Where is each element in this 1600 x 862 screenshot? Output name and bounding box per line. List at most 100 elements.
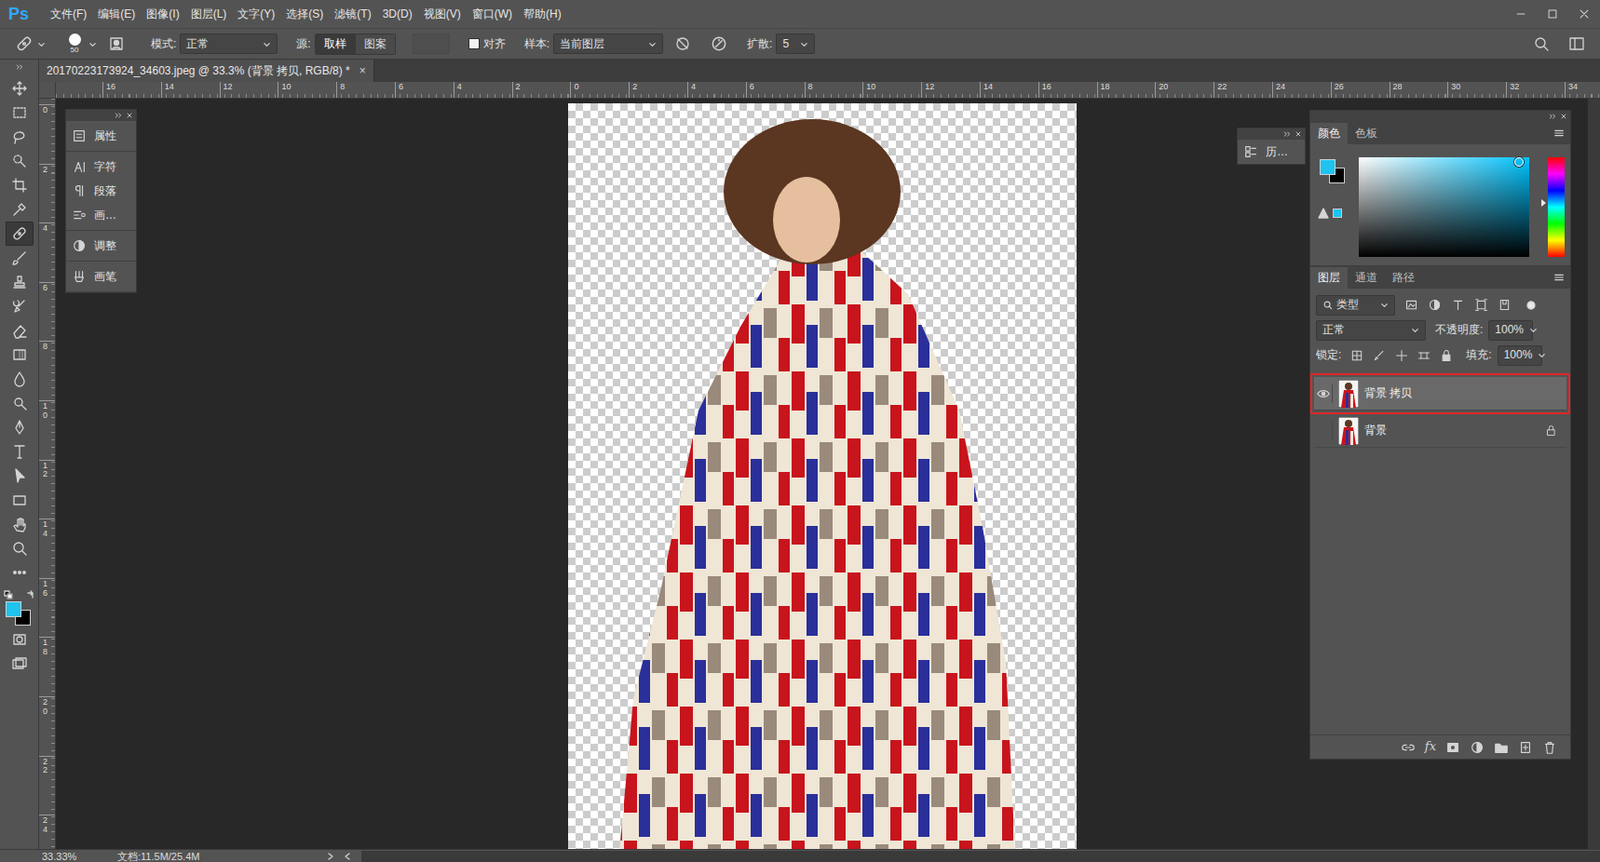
foreground-color-swatch[interactable] [5,601,22,618]
dropdown-caret-icon[interactable] [1380,300,1389,310]
scroll-left-icon[interactable] [342,852,353,862]
menu-item[interactable]: 3D(D) [377,5,419,24]
more-tools-icon[interactable] [5,560,34,585]
expand-panels-icon[interactable] [114,111,123,120]
pen-icon[interactable] [5,415,34,440]
menu-item[interactable]: 滤镜(T) [328,5,377,24]
pixel-filter-icon[interactable] [1404,298,1419,312]
dropdown-caret-icon[interactable] [648,40,657,49]
expand-panels-icon[interactable] [1283,130,1291,138]
panel-menu-icon[interactable] [1553,271,1565,284]
marquee-icon[interactable] [5,100,34,125]
healing-brush-icon[interactable] [5,221,34,246]
color-field-marker[interactable] [1514,157,1524,167]
aligned-box[interactable] [468,38,480,50]
healing-brush-tool-icon[interactable] [14,34,34,54]
lock-artboard-icon[interactable] [1417,349,1431,363]
maximize-icon[interactable] [1536,7,1569,21]
dropdown-caret-icon[interactable] [262,40,272,49]
sample-select[interactable]: 当前图层 [553,33,664,55]
tool-preset-caret-icon[interactable] [37,40,46,49]
mode-select[interactable]: 正常 [179,33,278,55]
dropdown-caret-icon[interactable] [1537,351,1546,360]
dropdown-caret-icon[interactable] [1529,325,1538,335]
layer-row[interactable]: 背景 拷贝 [1314,377,1567,411]
lock-position-icon[interactable] [1395,349,1409,363]
visibility-toggle[interactable] [1314,384,1333,404]
link-layers-icon[interactable] [1400,740,1416,756]
clone-source-icon[interactable] [108,35,125,53]
dodge-icon[interactable] [5,391,34,416]
panel-tab[interactable]: 图层 [1310,267,1348,289]
smart-object-filter-icon[interactable] [1497,298,1512,312]
eraser-icon[interactable] [5,318,34,343]
crop-icon[interactable] [5,173,34,198]
web-safe-color-swatch[interactable] [1332,208,1343,218]
toolbar-collapse-icon[interactable] [15,61,24,73]
blend-mode-select[interactable]: 正常 [1315,320,1426,341]
menu-item[interactable]: 图层(L) [185,5,233,24]
shape-filter-icon[interactable] [1474,298,1489,312]
panel-button[interactable]: 调整 [66,233,136,258]
menu-item[interactable]: 文件(F) [44,5,93,24]
visibility-toggle[interactable] [1314,421,1333,441]
hue-slider-marker[interactable] [1541,199,1546,207]
panel-button[interactable]: 画… [66,203,136,228]
menu-item[interactable]: 选择(S) [280,5,329,24]
quick-mask-icon[interactable] [5,627,34,652]
close-panel-icon[interactable] [1559,112,1568,121]
hue-slider[interactable] [1547,157,1565,258]
opacity-field[interactable]: 100% [1488,320,1533,341]
menu-item[interactable]: 帮助(H) [517,5,568,24]
panel-menu-icon[interactable] [1553,127,1565,139]
aligned-checkbox[interactable]: 对齐 [468,37,506,52]
eyedropper-icon[interactable] [5,197,34,222]
default-colors-icon[interactable] [3,590,14,600]
dropdown-caret-icon[interactable] [1410,325,1420,335]
source-button[interactable]: 取样 [315,34,355,55]
layer-name[interactable]: 背景 拷贝 [1364,386,1552,401]
menu-item[interactable]: 窗口(W) [466,5,518,24]
type-icon[interactable] [5,439,34,464]
gradient-icon[interactable] [5,342,34,367]
layer-row[interactable]: 背景 [1314,414,1567,448]
panel-button[interactable]: 历… [1237,139,1305,164]
panel-tab[interactable]: 通道 [1347,267,1385,289]
menu-item[interactable]: 图像(I) [140,5,185,24]
panel-button[interactable]: 字符 [66,154,136,179]
document-canvas[interactable] [568,103,1077,850]
type-filter-icon[interactable] [1450,298,1465,312]
pressure-icon[interactable] [709,34,729,54]
panel-button[interactable]: 段落 [66,178,136,204]
panel-tab[interactable]: 颜色 [1310,122,1348,145]
menu-item[interactable]: 视图(V) [418,5,467,24]
close-panel-icon[interactable] [125,111,134,120]
document-size[interactable]: 文档:11.5M/25.4M [93,850,326,862]
layer-mask-icon[interactable] [1445,740,1461,756]
new-group-icon[interactable] [1493,740,1509,756]
zoom-icon[interactable] [5,536,34,561]
panel-button[interactable]: 画笔 [66,264,136,289]
document-tab[interactable]: 20170223173924_34603.jpeg @ 33.3% (背景 拷贝… [39,59,375,82]
lasso-icon[interactable] [5,124,34,150]
path-selection-icon[interactable] [5,463,34,489]
history-brush-icon[interactable] [5,294,34,319]
search-icon[interactable] [1532,35,1550,53]
layer-name[interactable]: 背景 [1364,423,1540,438]
quick-selection-icon[interactable] [5,149,34,174]
horizontal-scrollbar[interactable] [361,851,1600,862]
zoom-level[interactable]: 33.33% [0,850,94,862]
close-tab-button[interactable]: × [359,64,367,79]
color-field[interactable] [1358,157,1530,258]
panel-tab[interactable]: 色板 [1347,122,1385,145]
brush-picker[interactable]: 50 [64,33,85,55]
clone-stamp-icon[interactable] [5,270,34,295]
adjustment-layer-icon[interactable] [1469,740,1485,756]
layer-filter-select[interactable]: 类型 [1315,295,1396,316]
vertical-scrollbar[interactable] [1586,98,1600,850]
diffusion-select[interactable]: 5 [775,33,815,55]
hand-icon[interactable] [5,512,34,537]
source-button[interactable]: 图案 [354,34,395,55]
lock-pixels-icon[interactable] [1372,349,1386,363]
panel-tab[interactable]: 路径 [1384,267,1423,289]
